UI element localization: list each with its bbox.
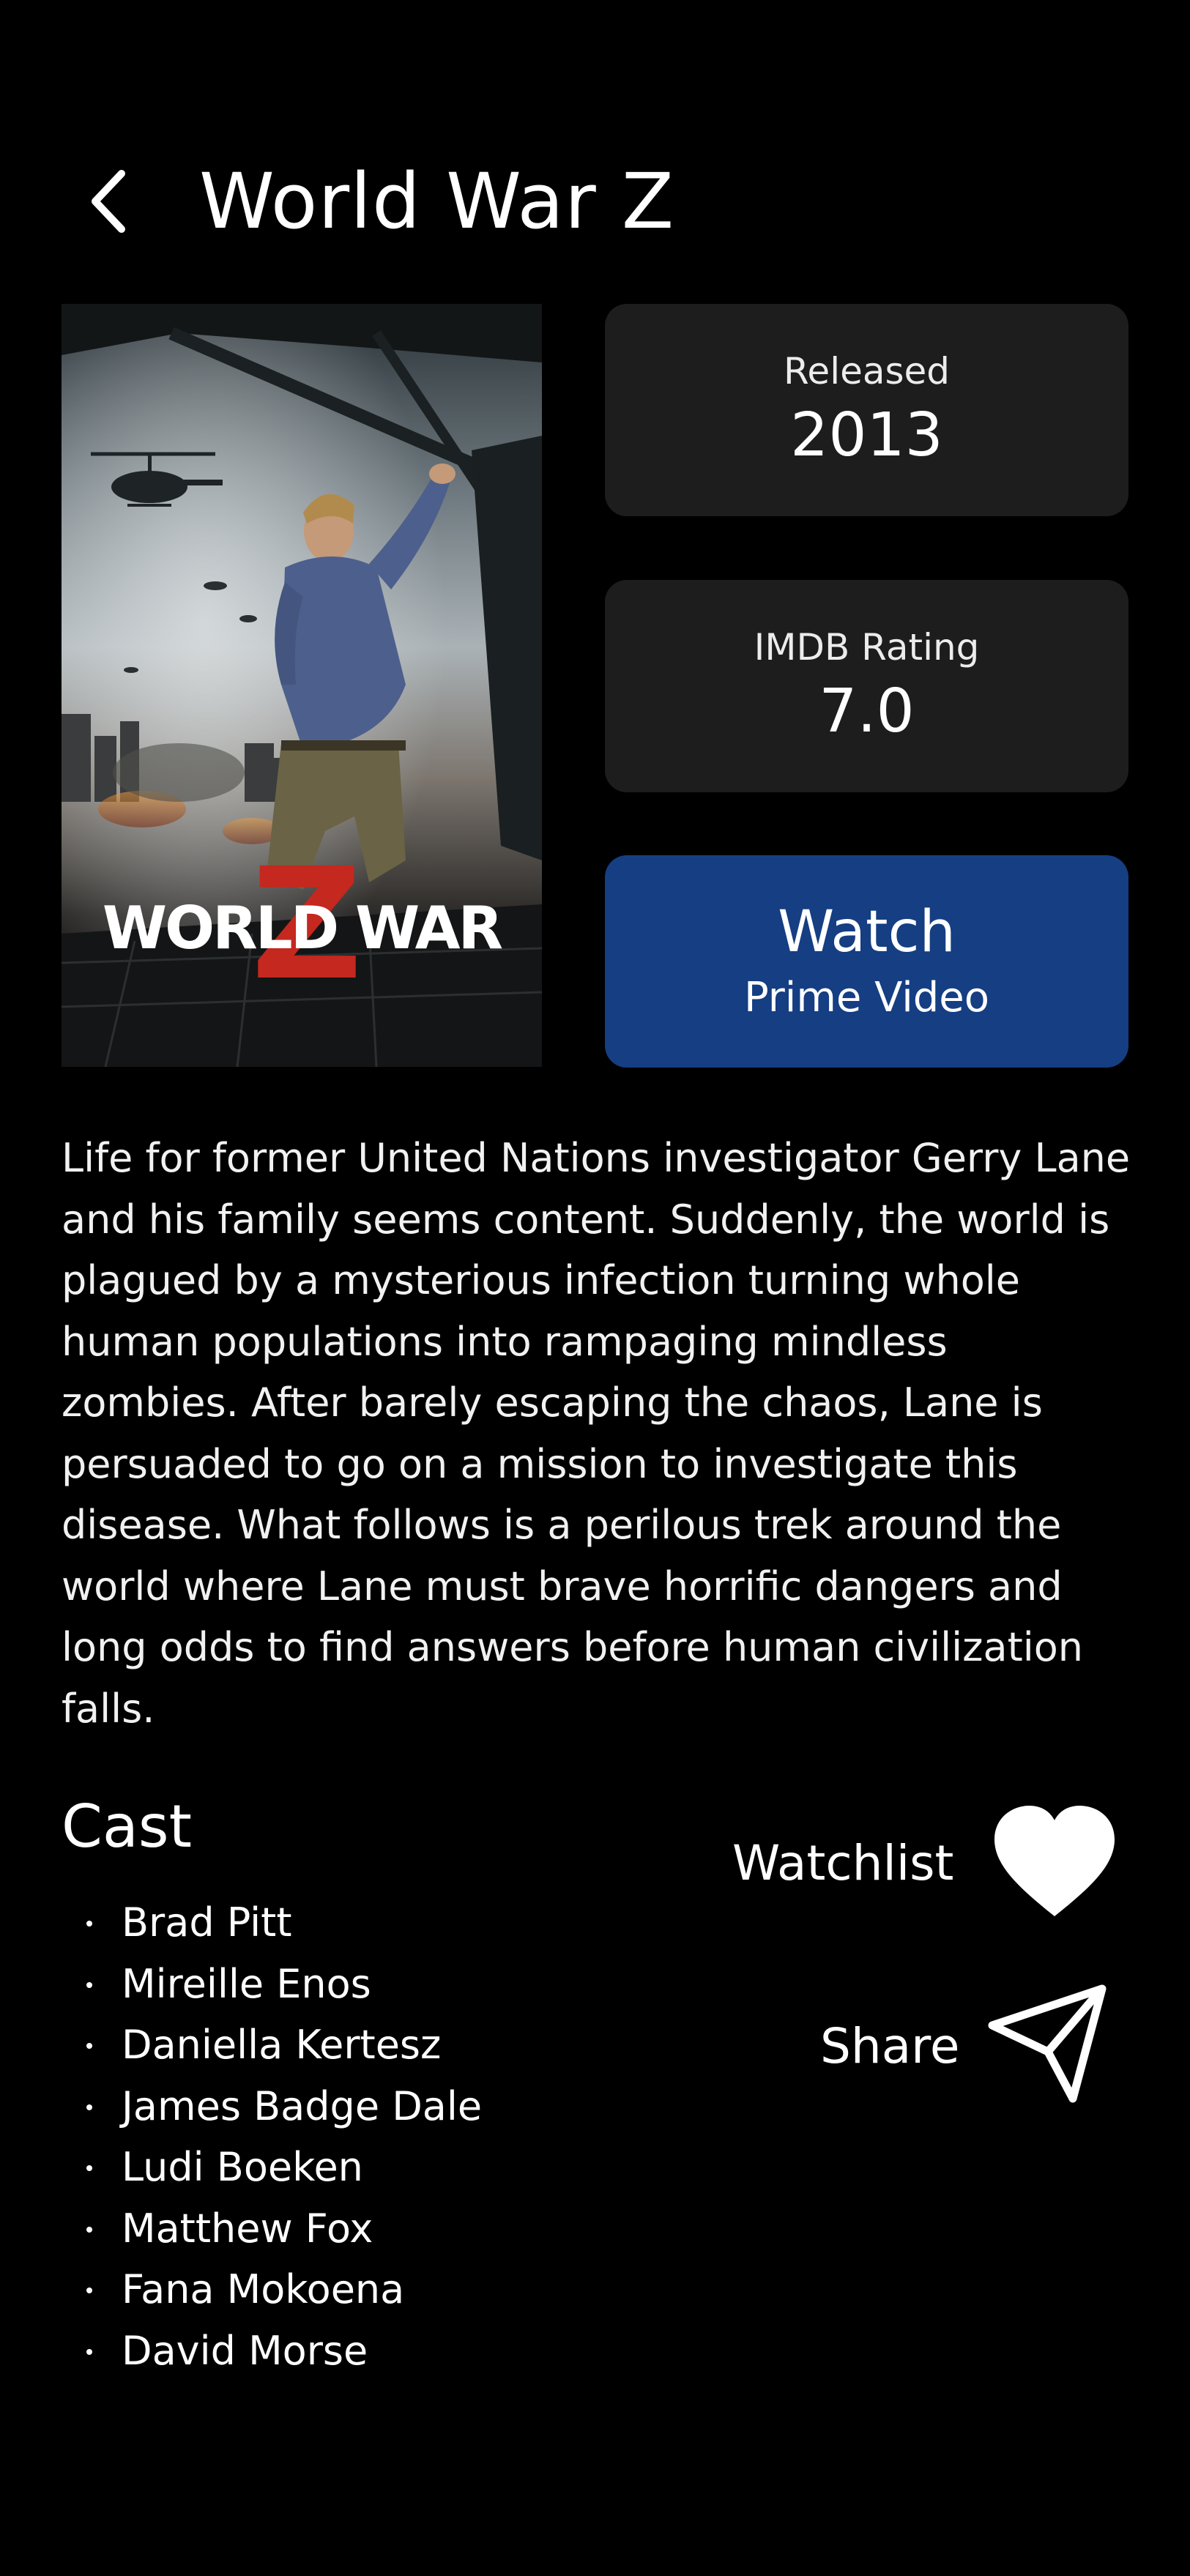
share-label: Share — [820, 2018, 960, 2074]
header: World War Z — [0, 0, 1190, 246]
watch-button[interactable]: Watch Prime Video — [605, 855, 1128, 1068]
svg-text:WORLD WAR: WORLD WAR — [103, 894, 502, 962]
watch-provider: Prime Video — [743, 974, 990, 1021]
cast-member: Brad Pitt — [62, 1892, 482, 1954]
send-icon — [988, 1984, 1107, 2103]
share-button[interactable]: Share — [806, 1977, 1142, 2103]
cast-member: James Badge Dale — [62, 2076, 482, 2137]
back-button[interactable] — [73, 157, 144, 245]
rating-value: 7.0 — [819, 677, 915, 746]
cast-heading: Cast — [62, 1793, 192, 1861]
rating-info-card: IMDB Rating 7.0 — [605, 580, 1128, 792]
cast-list: Brad Pitt Mireille Enos Daniella Kertesz… — [62, 1892, 482, 2381]
watchlist-label: Watchlist — [732, 1835, 954, 1891]
release-info-card: Released 2013 — [605, 304, 1128, 516]
cast-member: Ludi Boeken — [62, 2137, 482, 2198]
chevron-left-icon — [92, 170, 125, 233]
rating-label: IMDB Rating — [754, 626, 980, 669]
page-title: World War Z — [199, 157, 675, 246]
released-label: Released — [783, 350, 951, 392]
cast-member: Matthew Fox — [62, 2198, 482, 2260]
cast-member: Mireille Enos — [62, 1954, 482, 2015]
cast-member: Daniella Kertesz — [62, 2014, 482, 2076]
movie-synopsis: Life for former United Nations investiga… — [62, 1135, 1131, 1732]
watch-label: Watch — [778, 899, 956, 965]
cast-member: David Morse — [62, 2320, 482, 2382]
cast-member: Fana Mokoena — [62, 2259, 482, 2320]
movie-poster: Z WORLD WAR — [62, 304, 542, 1067]
heart-icon — [994, 1806, 1115, 1916]
released-value: 2013 — [790, 401, 943, 470]
watchlist-button[interactable]: Watchlist — [718, 1801, 1142, 1926]
